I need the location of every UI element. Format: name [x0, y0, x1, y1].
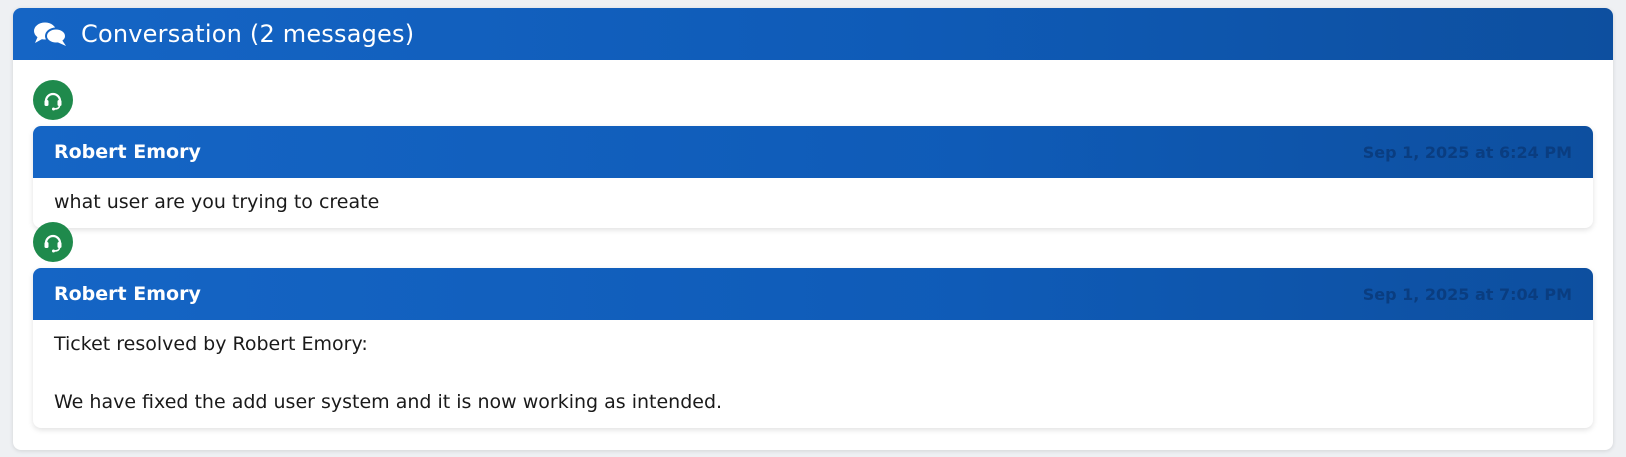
message-item: Robert Emory Sep 1, 2025 at 6:24 PM what… — [33, 80, 1593, 228]
conversation-header: Conversation (2 messages) — [13, 8, 1613, 60]
message-timestamp: Sep 1, 2025 at 7:04 PM — [1362, 284, 1572, 304]
message-body: what user are you trying to create — [33, 178, 1593, 228]
message-author: Robert Emory — [54, 141, 201, 163]
message-item: Robert Emory Sep 1, 2025 at 7:04 PM Tick… — [33, 222, 1593, 428]
message-text: what user are you trying to create — [54, 191, 380, 213]
message-text: We have fixed the add user system and it… — [54, 391, 723, 413]
message-header: Robert Emory Sep 1, 2025 at 7:04 PM — [33, 268, 1593, 320]
conversation-title: Conversation (2 messages) — [81, 20, 415, 48]
message-body: Ticket resolved by Robert Emory: We have… — [33, 320, 1593, 428]
message-text: Ticket resolved by Robert Emory: — [54, 333, 368, 355]
comments-icon — [33, 20, 67, 48]
message-timestamp: Sep 1, 2025 at 6:24 PM — [1362, 142, 1572, 162]
message-card: Robert Emory Sep 1, 2025 at 7:04 PM Tick… — [33, 268, 1593, 428]
message-author: Robert Emory — [54, 283, 201, 305]
message-header: Robert Emory Sep 1, 2025 at 6:24 PM — [33, 126, 1593, 178]
message-card: Robert Emory Sep 1, 2025 at 6:24 PM what… — [33, 126, 1593, 228]
conversation-panel: Conversation (2 messages) Robert Emory S… — [13, 8, 1613, 450]
headset-icon — [33, 80, 73, 120]
headset-icon — [33, 222, 73, 262]
